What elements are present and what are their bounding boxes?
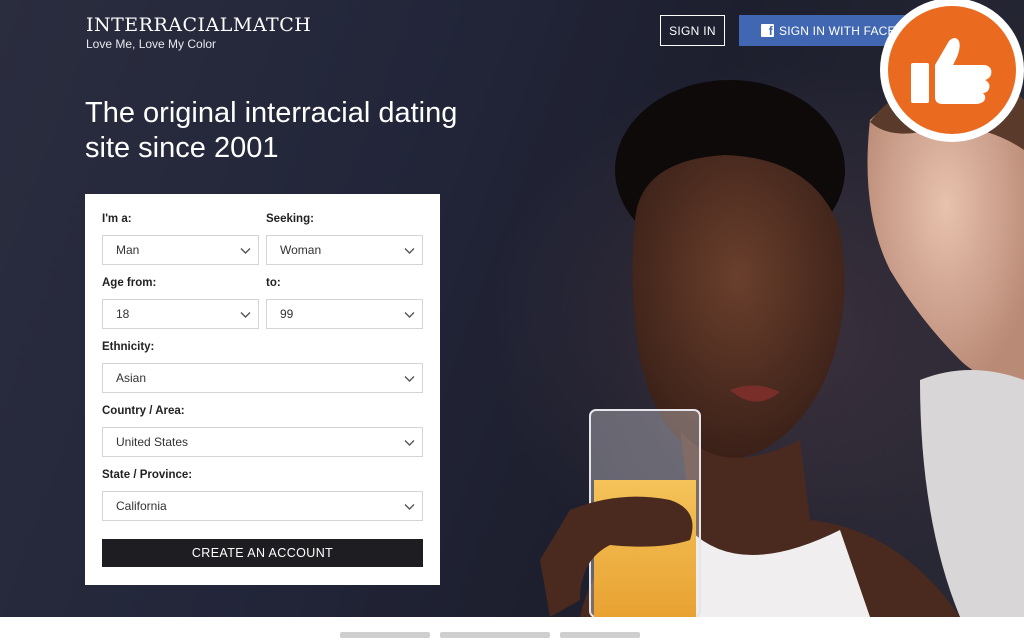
thumbs-up-icon (911, 38, 992, 104)
chevron-down-icon (404, 440, 415, 446)
chevron-down-icon (404, 248, 415, 254)
gender-label: I'm a: (102, 213, 132, 225)
hero-photo (540, 80, 1024, 617)
ethnicity-label: Ethnicity: (102, 341, 155, 353)
age-to-select-value: 99 (280, 307, 294, 321)
ethnicity-select[interactable]: Asian (102, 363, 423, 393)
country-select[interactable]: United States (102, 427, 423, 457)
headline-line-1: The original interracial dating (85, 97, 458, 129)
chevron-down-icon (404, 376, 415, 382)
age-to-select[interactable]: 99 (266, 299, 423, 329)
chevron-down-icon (240, 312, 251, 318)
gender-select[interactable]: Man (102, 235, 259, 265)
state-label: State / Province: (102, 469, 193, 481)
headline: The original interracial dating site sin… (85, 96, 505, 166)
state-select[interactable]: California (102, 491, 423, 521)
headline-line-2: site since 2001 (85, 132, 279, 164)
sign-in-button[interactable]: SIGN IN (660, 15, 725, 46)
brand: INTERRACIALMATCH Love Me, Love My Color (86, 14, 311, 51)
signup-form: I'm a: Seeking: Man Woman Age from: to: … (85, 194, 440, 585)
seeking-select-value: Woman (280, 243, 322, 257)
age-from-label: Age from: (102, 277, 157, 289)
hero-section: INTERRACIALMATCH Love Me, Love My Color … (0, 0, 1024, 617)
chevron-down-icon (404, 312, 415, 318)
ethnicity-select-value: Asian (116, 371, 147, 385)
seeking-select[interactable]: Woman (266, 235, 423, 265)
brand-tagline: Love Me, Love My Color (86, 37, 217, 51)
thumbs-up-badge-circle (888, 6, 1016, 134)
bottom-content-hint (340, 632, 680, 640)
age-from-select-value: 18 (116, 307, 130, 321)
country-label: Country / Area: (102, 405, 185, 417)
seeking-label: Seeking: (266, 213, 314, 225)
gender-select-value: Man (116, 243, 140, 257)
thumbs-up-badge (880, 0, 1024, 142)
age-from-select[interactable]: 18 (102, 299, 259, 329)
country-select-value: United States (116, 435, 189, 449)
facebook-icon: f (761, 24, 774, 38)
brand-name[interactable]: INTERRACIALMATCH (86, 14, 311, 36)
chevron-down-icon (240, 248, 251, 254)
chevron-down-icon (404, 504, 415, 510)
age-to-label: to: (266, 277, 281, 289)
state-select-value: California (116, 499, 167, 513)
create-account-button[interactable]: CREATE AN ACCOUNT (102, 539, 423, 567)
